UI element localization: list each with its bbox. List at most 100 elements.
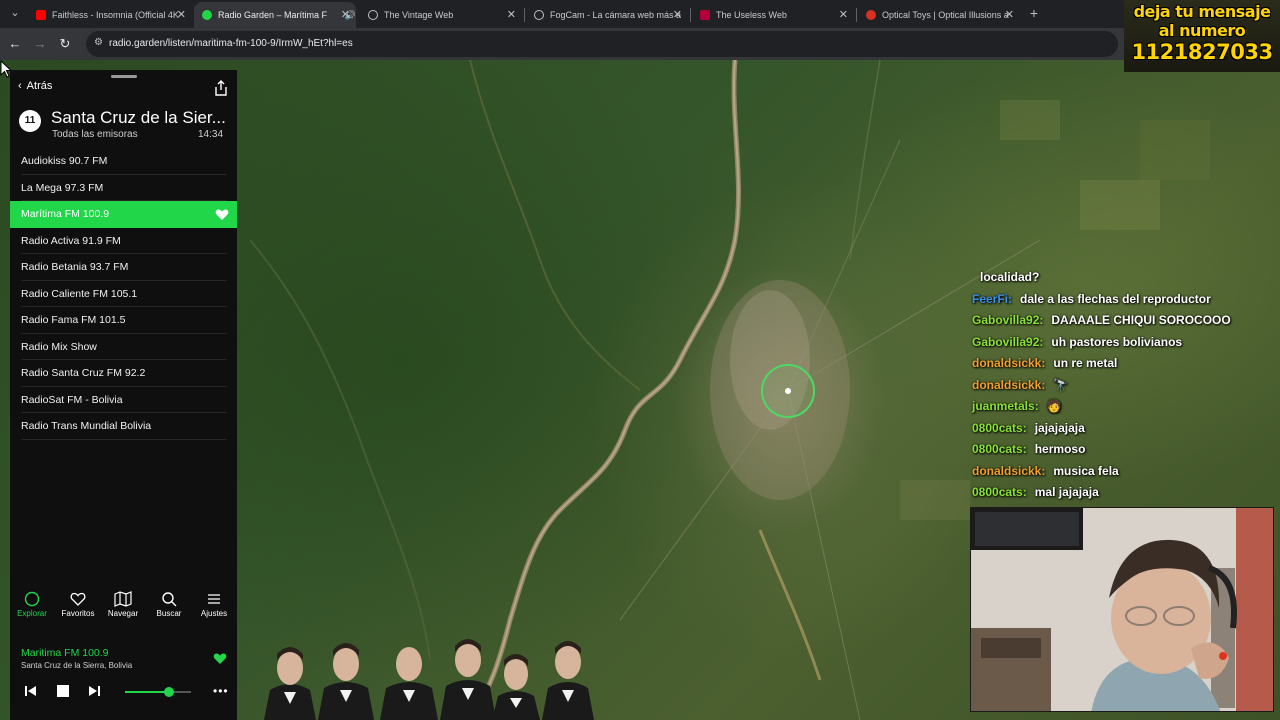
chat-text: jajajajaja (1034, 420, 1085, 435)
tab-title: Faithless - Insomnia (Official 4K (52, 10, 179, 20)
heart-icon (70, 592, 86, 606)
webcam-feed (970, 507, 1274, 712)
nav-explore[interactable]: Explorar (10, 591, 54, 618)
more-options-icon[interactable]: ••• (213, 684, 229, 698)
chat-message: donaldsickk: un re metal (972, 356, 1272, 378)
station-name: Audiokiss 90.7 FM (21, 155, 108, 167)
station-item[interactable]: RadioSat FM - Bolivia (10, 387, 237, 414)
nav-browse[interactable]: Navegar (101, 591, 145, 618)
radio-garden-panel: ‹ Atrás 11 Santa Cruz de la Sier... Toda… (10, 70, 237, 720)
city-title: Santa Cruz de la Sier... (51, 108, 226, 127)
close-tab-icon[interactable]: ✕ (673, 8, 682, 21)
chat-message: 0800cats: jajajajaja (972, 421, 1272, 443)
station-item[interactable]: Audiokiss 90.7 FM (10, 148, 237, 175)
nav-favorites[interactable]: Favoritos (56, 591, 100, 618)
new-tab-button[interactable]: + (1026, 4, 1042, 22)
globe-icon (534, 10, 544, 20)
now-playing-player: Maritima FM 100.9 Santa Cruz de la Sierr… (10, 644, 237, 720)
banner-line-1: deja tu mensaje (1133, 2, 1271, 21)
forward-button[interactable]: → (31, 35, 49, 53)
site-info-icon[interactable]: ⚙ (94, 37, 106, 49)
optical-toys-icon (866, 10, 876, 20)
chat-message: FeerFi: dale a las flechas del reproducto… (972, 292, 1272, 314)
previous-station-icon[interactable] (24, 684, 38, 698)
tab-strip: ⌄ Faithless - Insomnia (Official 4K ✕ Ra… (0, 0, 1280, 28)
globe-icon (368, 10, 378, 20)
station-name: Radio Betania 93.7 FM (21, 261, 129, 273)
close-tab-icon[interactable]: ✕ (177, 8, 186, 21)
streamer-webcam-image (971, 508, 1273, 711)
chat-username: 0800cats: (972, 420, 1027, 435)
stop-icon[interactable] (56, 684, 70, 698)
tab-4[interactable]: The Useless Web ✕ (692, 2, 854, 28)
station-item[interactable]: Radio Betania 93.7 FM (10, 254, 237, 281)
station-item[interactable]: Radio Caliente FM 105.1 (10, 281, 237, 308)
now-playing-location: Santa Cruz de la Sierra, Bolivia (21, 661, 133, 670)
chat-text: hermoso (1034, 442, 1086, 456)
close-tab-icon[interactable]: ✕ (507, 8, 516, 21)
tab-3[interactable]: FogCam - La cámara web más a ✕ (526, 2, 688, 28)
reload-button[interactable]: ↻ (56, 35, 74, 53)
chat-username: juanmetals: (972, 399, 1039, 413)
chat-username: Gabovilla92: (972, 313, 1044, 327)
favorite-heart-icon[interactable] (215, 208, 229, 221)
browser-toolbar: ← → ↻ ⚙ radio.garden/listen/maritima-fm-… (0, 28, 1280, 60)
nav-search[interactable]: Buscar (147, 591, 191, 618)
chat-message: donaldsickk: musica fela (972, 464, 1272, 486)
station-item[interactable]: Radio Santa Cruz FM 92.2 (10, 360, 237, 387)
tab-1[interactable]: Radio Garden – Marítima F 🔊 ✕ (194, 2, 356, 28)
location-dot-icon (785, 388, 791, 394)
chat-text: mal jajajaja (1034, 485, 1099, 499)
now-playing-title[interactable]: Maritima FM 100.9 (21, 647, 109, 659)
station-name: Radio Fama FM 101.5 (21, 314, 126, 326)
station-name: Radio Trans Mundial Bolivia (21, 420, 152, 432)
volume-knob[interactable] (163, 687, 174, 697)
nav-settings[interactable]: Ajustes (192, 591, 236, 618)
station-item[interactable]: Radio Fama FM 101.5 (10, 307, 237, 334)
station-name: RadioSat FM - Bolivia (21, 393, 123, 406)
station-name: La Mega 97.3 FM (21, 181, 104, 194)
banner-line-2: al numero (1158, 21, 1246, 40)
chat-username: 0800cats: (972, 442, 1027, 456)
share-icon[interactable] (212, 79, 230, 97)
tab-2[interactable]: The Vintage Web ✕ (360, 2, 522, 28)
tab-title: Radio Garden – Marítima F (218, 10, 328, 20)
chat-username: Gabovilla92: (972, 334, 1044, 349)
next-station-icon[interactable] (87, 684, 101, 698)
chat-message: 0800cats: hermoso (972, 442, 1272, 464)
chat-message: juanmetals: 🧑 (972, 399, 1272, 421)
tab-0[interactable]: Faithless - Insomnia (Official 4K ✕ (28, 2, 192, 28)
tab-title: FogCam - La cámara web más a (550, 10, 682, 20)
tab-title: The Useless Web (716, 10, 787, 20)
chat-text: un re metal (1053, 356, 1118, 370)
close-tab-icon[interactable]: ✕ (839, 8, 848, 21)
all-stations-label: Todas las emisoras (52, 129, 138, 140)
tab-title: The Vintage Web (384, 10, 454, 20)
back-link[interactable]: ‹ Atrás (18, 80, 52, 92)
station-location-marker[interactable] (761, 364, 815, 418)
tab-search-chevron-icon[interactable]: ⌄ (6, 4, 24, 22)
station-item[interactable]: La Mega 97.3 FM (10, 175, 237, 202)
chat-username: donaldsickk: (972, 377, 1046, 392)
local-time: 14:34 (198, 129, 224, 140)
tab-title: Optical Toys | Optical Illusions a (882, 10, 1009, 20)
drag-handle[interactable] (111, 75, 137, 78)
close-tab-icon[interactable]: ✕ (1005, 8, 1014, 21)
tab-5[interactable]: Optical Toys | Optical Illusions a ✕ (858, 2, 1020, 28)
chat-text: dale a las flechas del reproductor (1020, 291, 1211, 306)
station-item[interactable]: Radio Trans Mundial Bolivia (10, 413, 237, 440)
chat-text: DAAAALE CHIQUI SOROCOOO (1051, 313, 1231, 327)
station-item[interactable]: Radio Mix Show (10, 334, 237, 361)
station-item-active[interactable]: Marítima FM 100.9 (10, 201, 237, 228)
station-name: Radio Activa 91.9 FM (21, 234, 121, 247)
search-icon (162, 592, 177, 607)
back-button[interactable]: ← (6, 35, 24, 53)
address-bar[interactable]: ⚙ radio.garden/listen/maritima-fm-100-9/… (86, 31, 1118, 57)
youtube-icon (36, 10, 46, 20)
explore-icon (24, 591, 40, 607)
favorite-heart-icon[interactable] (213, 652, 227, 665)
station-item[interactable]: Radio Activa 91.9 FM (10, 228, 237, 255)
useless-web-icon (700, 10, 710, 20)
close-tab-icon[interactable]: ✕ (341, 8, 350, 21)
volume-slider[interactable] (125, 687, 191, 697)
